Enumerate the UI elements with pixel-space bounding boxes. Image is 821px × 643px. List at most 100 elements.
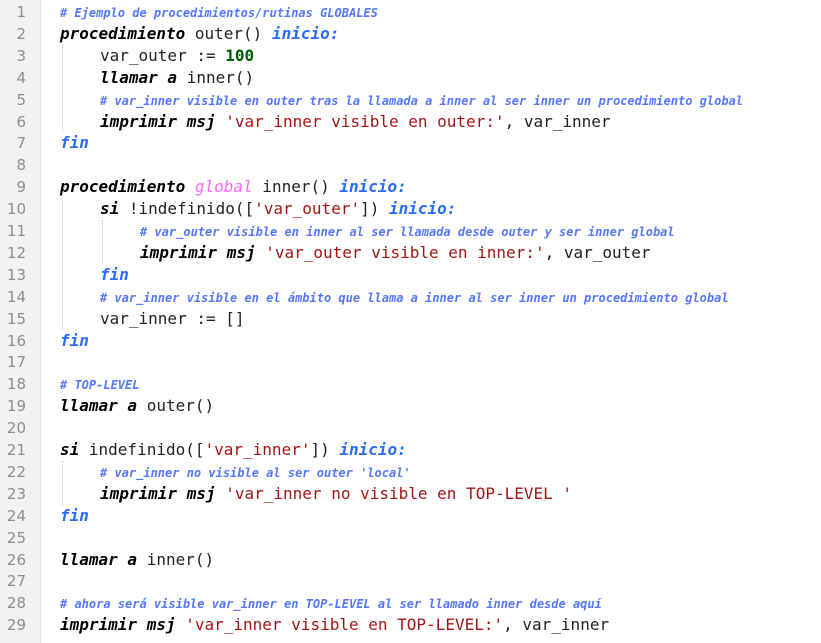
code-text[interactable]: si !indefinido(['var_outer']) inicio: [100,198,456,220]
keyword-token: procedimiento [60,23,186,43]
block-keyword-token: inicio: [389,199,457,219]
code-line[interactable]: 3 var_outer := 100 [0,45,821,67]
code-line[interactable]: 2 procedimiento outer() inicio: [0,23,821,45]
line-number: 2 [16,24,26,43]
comment-token: # ahora será visible var_inner en TOP-LE… [60,597,602,612]
line-number: 16 [6,331,26,350]
string-token: 'var_outer' [254,199,361,219]
code-line[interactable]: 10 si !indefinido(['var_outer']) inicio: [0,198,821,220]
indent-guide [102,220,103,264]
code-line[interactable]: 4 llamar a inner() [0,67,821,89]
comment-token: # TOP-LEVEL [60,378,140,393]
code-text[interactable]: fin [60,132,89,154]
line-number: 26 [6,550,26,569]
code-line[interactable]: 29 imprimir msj 'var_inner visible en TOP… [0,614,821,636]
code-text[interactable]: # var_inner visible en el ámbito que lla… [100,286,729,309]
code-line[interactable]: 9 procedimiento global inner() inicio: [0,176,821,198]
keyword-token: imprimir msj [100,111,216,131]
code-text[interactable]: # var_outer visible en inner al ser llam… [140,220,675,243]
code-line[interactable]: 11 # var_outer visible en inner al ser ll… [0,220,821,242]
code-line[interactable]: 19 llamar a outer() [0,395,821,417]
code-text[interactable]: # var_inner visible en outer tras la lla… [100,89,743,112]
code-text[interactable]: # Ejemplo de procedimientos/rutinas GLOB… [60,1,378,24]
code-line[interactable]: 16 fin [0,330,821,352]
modifier-token: global [194,177,253,197]
code-text[interactable]: fin [60,505,89,527]
code-token: var_inner := [] [100,308,245,328]
keyword-token: si [100,199,120,219]
code-editor[interactable]: 1 # Ejemplo de procedimientos/rutinas GLO… [0,0,821,643]
code-token: ]) [310,440,340,459]
code-token: var_outer [100,45,197,65]
comment-token: # var_inner visible en outer tras la lla… [100,93,743,108]
code-text[interactable]: # TOP-LEVEL [60,373,139,396]
code-text[interactable]: procedimiento global inner() inicio: [60,176,407,198]
code-line[interactable]: 6 imprimir msj 'var_inner visible en oute… [0,111,821,133]
code-text[interactable]: imprimir msj 'var_outer visible en inner… [140,242,651,264]
block-keyword-token: fin [60,505,89,525]
line-number: 12 [6,243,26,262]
code-line[interactable]: 25 [0,527,821,549]
line-number: 1 [16,3,26,21]
code-text[interactable]: llamar a inner() [100,67,254,89]
line-number: 4 [16,68,26,87]
line-number: 25 [6,528,26,547]
code-text[interactable]: llamar a inner() [60,549,214,571]
line-number: 9 [16,178,26,197]
keyword-token: llamar a [60,549,138,569]
code-line[interactable]: 13 fin [0,264,821,286]
code-line[interactable]: 28 # ahora será visible var_inner en TOP-… [0,592,821,614]
line-number: 10 [6,200,26,219]
line-number: 11 [6,222,26,240]
code-text[interactable]: var_inner := [] [100,308,245,330]
code-line[interactable]: 27 [0,570,821,592]
code-line[interactable]: 22 # var_inner no visible al ser outer 'l… [0,461,821,483]
code-token: , var_outer [544,242,651,262]
line-number: 5 [16,90,26,109]
code-line[interactable]: 15 var_inner := [] [0,308,821,330]
code-text[interactable]: imprimir msj 'var_inner visible en outer… [100,111,611,133]
code-line[interactable]: 17 [0,351,821,373]
line-number: 20 [6,419,26,438]
block-keyword-token: fin [60,133,89,153]
code-line[interactable]: 5 # var_inner visible en outer tras la ll… [0,89,821,111]
code-line[interactable]: 26 llamar a inner() [0,549,821,571]
code-text[interactable]: # ahora será visible var_inner en TOP-LE… [60,592,602,615]
code-line[interactable]: 23 imprimir msj 'var_inner no visible en … [0,483,821,505]
code-line[interactable]: 14 # var_inner visible en el ámbito que l… [0,286,821,308]
code-text[interactable]: fin [60,330,89,352]
code-line[interactable]: 18 # TOP-LEVEL [0,373,821,395]
line-number: 14 [6,287,26,306]
code-text[interactable]: var_outer := 100 [100,45,254,67]
code-text[interactable]: procedimiento outer() inicio: [60,23,339,45]
code-line[interactable]: 24 fin [0,505,821,527]
code-token: inner() [177,67,255,87]
indent-guide [62,44,63,133]
line-number: 3 [16,46,26,65]
string-token: 'var_inner no visible en TOP-LEVEL ' [225,483,573,503]
code-text[interactable]: imprimir msj 'var_inner no visible en TO… [100,483,572,505]
code-line[interactable]: 1 # Ejemplo de procedimientos/rutinas GLO… [0,1,821,23]
code-token: , var_inner [504,111,611,131]
code-text[interactable]: imprimir msj 'var_inner visible en TOP-L… [60,614,609,636]
code-text[interactable]: si indefinido(['var_inner']) inicio: [60,439,407,461]
line-number: 23 [6,484,26,503]
code-text[interactable]: fin [100,264,129,286]
code-token: indefinido([ [79,440,205,459]
line-number: 24 [6,506,26,525]
code-line[interactable]: 8 [0,154,821,176]
code-line[interactable]: 12 imprimir msj 'var_outer visible en inn… [0,242,821,264]
code-text[interactable]: # var_inner no visible al ser outer 'loc… [100,461,411,484]
code-line[interactable]: 21 si indefinido(['var_inner']) inicio: [0,439,821,461]
code-line[interactable]: 7 fin [0,132,821,154]
code-token: outer() [137,396,215,416]
line-number: 29 [6,616,26,635]
code-text[interactable]: llamar a outer() [60,395,214,417]
line-number: 8 [16,156,26,175]
block-keyword-token: fin [60,330,89,350]
code-token: ]) [360,199,389,219]
code-line[interactable]: 20 [0,417,821,439]
